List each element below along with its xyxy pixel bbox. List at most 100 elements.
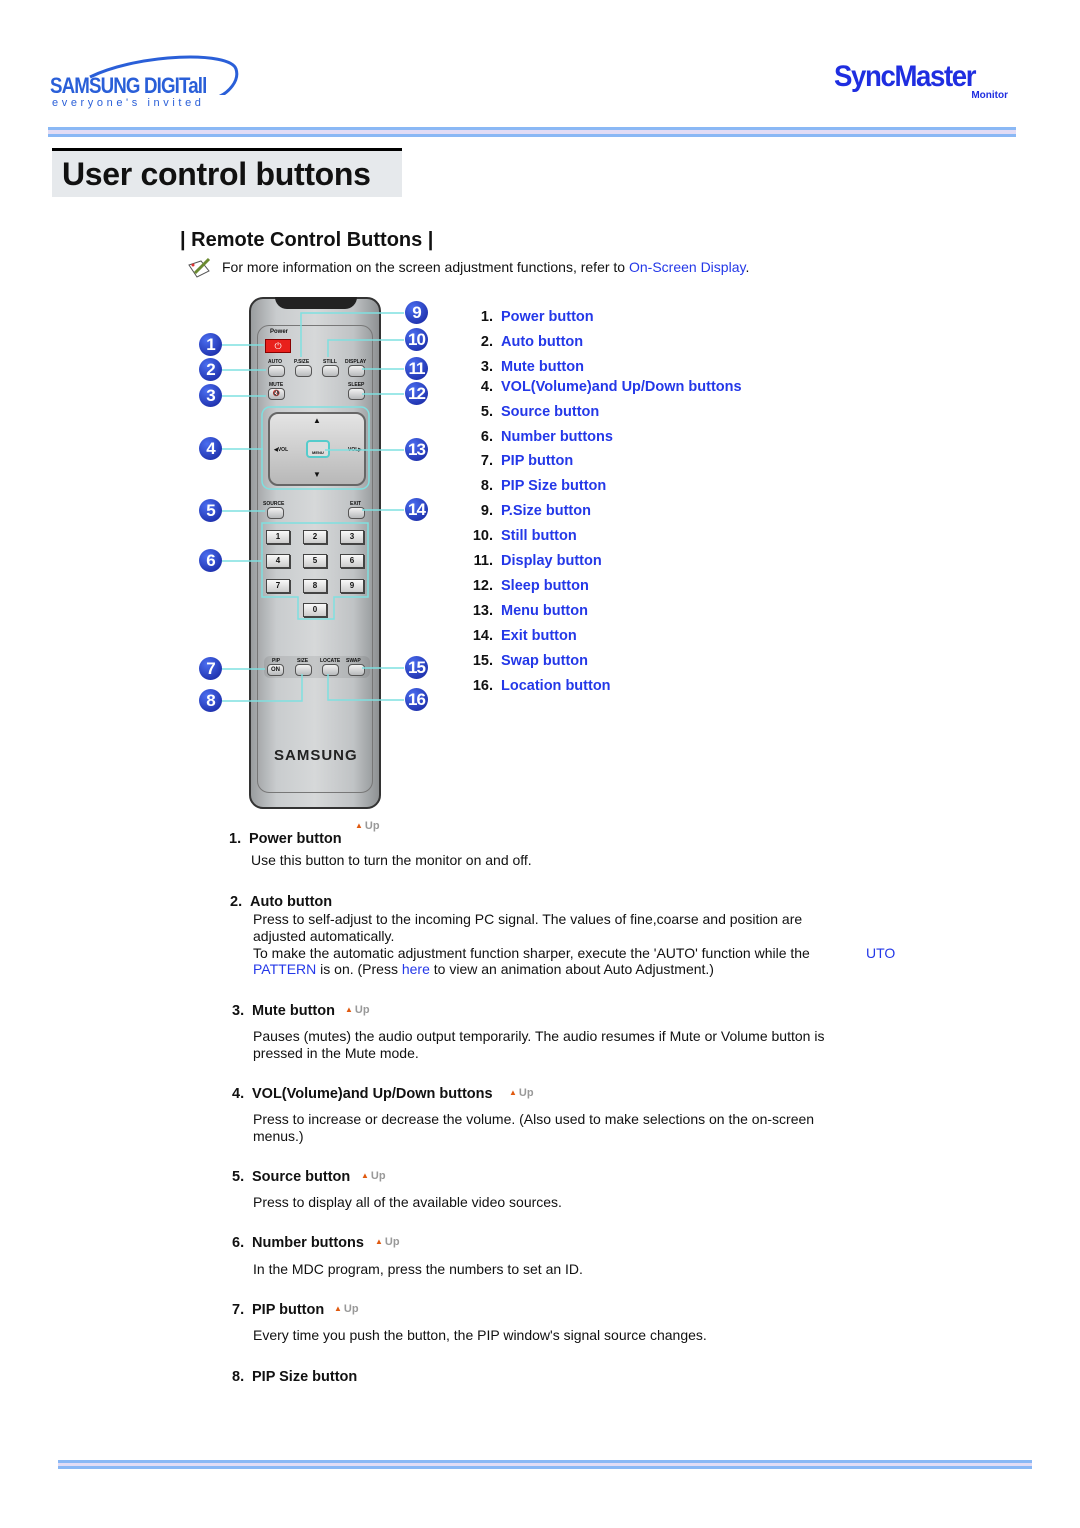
up-arrow-icon: ▲ [334,1304,342,1313]
list-item-number: 2. [480,334,493,350]
number-button-2[interactable]: 2 [303,530,327,544]
sleep-button[interactable] [348,388,365,400]
list-item-link[interactable]: Auto button [501,334,583,350]
callout-4: 4 [199,437,222,460]
callout-5: 5 [199,499,222,522]
section-number: 1. [229,831,242,847]
list-item[interactable]: 13. Menu button [453,603,588,621]
list-item-link[interactable]: PIP Size button [501,478,606,494]
on-screen-display-link[interactable]: On-Screen Display [629,259,745,275]
callout-11: 11 [405,357,428,380]
auto-button[interactable] [268,365,285,377]
uto-pattern-link[interactable]: PATTERN [253,961,316,977]
callout-15: 15 [405,656,428,679]
number-button-8[interactable]: 8 [303,579,327,593]
exit-button[interactable] [348,507,365,519]
section-heading: 5. Source button [232,1169,350,1185]
list-item[interactable]: 12. Sleep button [453,578,589,596]
list-item-link[interactable]: Mute button [501,359,584,375]
list-item-link[interactable]: Source button [501,404,599,420]
up-link[interactable]: ▲ Up [334,1303,359,1315]
list-item-number: 15. [472,653,493,669]
list-item-number: 7. [480,453,493,469]
still-button[interactable] [322,365,339,377]
list-item[interactable]: 4. VOL(Volume)and Up/Down buttons [453,379,742,397]
list-item-link[interactable]: Exit button [501,628,577,644]
list-item-number: 9. [480,503,493,519]
list-item-link[interactable]: VOL(Volume)and Up/Down buttons [501,379,742,395]
number-button-1[interactable]: 1 [266,530,290,544]
up-label: Up [364,820,380,832]
up-link[interactable]: ▲ Up [345,1004,370,1016]
locate-button[interactable] [322,664,339,676]
section-heading: 3. Mute button [232,1003,335,1019]
list-item[interactable]: 15. Swap button [453,653,588,671]
here-link[interactable]: here [402,961,430,977]
uto-pattern-link[interactable]: UTO [866,945,895,962]
up-label: Up [384,1236,400,1248]
psize-button[interactable] [295,365,312,377]
list-item-link[interactable]: Power button [501,309,594,325]
display-button[interactable] [348,365,365,377]
up-arrow-icon: ▲ [345,1005,353,1014]
up-link[interactable]: ▲ Up [361,1170,386,1182]
list-item-link[interactable]: Swap button [501,653,588,669]
list-item[interactable]: 3. Mute button [453,359,584,377]
pip-size-button[interactable] [295,664,312,676]
up-link[interactable]: ▲ Up [509,1087,534,1099]
up-label: Up [518,1087,534,1099]
list-item[interactable]: 5. Source button [453,404,599,422]
up-arrow-icon[interactable]: ▲ [313,416,321,425]
list-item[interactable]: 2. Auto button [453,334,583,352]
up-link[interactable]: ▲ Up [375,1236,400,1248]
list-item[interactable]: 11. Display button [453,553,602,571]
menu-button[interactable]: MENU [306,440,330,458]
callout-3: 3 [199,384,222,407]
list-item-number: 6. [480,429,493,445]
remote-control-image: Power ⏻ AUTO P.SIZE STILL DISPLAY MUTE S… [249,297,381,809]
list-item[interactable]: 16. Location button [453,678,611,696]
list-item[interactable]: 1. Power button [453,309,594,327]
number-button-7[interactable]: 7 [266,579,290,593]
list-item-number: 5. [480,404,493,420]
list-item-link[interactable]: PIP button [501,453,573,469]
list-item-link[interactable]: P.Size button [501,503,591,519]
number-button-3[interactable]: 3 [340,530,364,544]
callout-8: 8 [199,689,222,712]
list-item-number: 11. [473,553,493,569]
number-button-9[interactable]: 9 [340,579,364,593]
section-title: Source button [252,1169,351,1185]
list-item[interactable]: 6. Number buttons [453,429,613,447]
up-link[interactable]: ▲ Up [355,820,380,832]
section-title: | Remote Control Buttons | [180,229,434,251]
remote-brand: SAMSUNG [274,747,358,764]
swap-button[interactable] [348,664,365,676]
list-item-number: 13. [472,603,493,619]
list-item[interactable]: 7. PIP button [453,453,573,471]
number-button-6[interactable]: 6 [340,554,364,568]
list-item-link[interactable]: Menu button [501,603,588,619]
list-item[interactable]: 8. PIP Size button [453,478,606,496]
list-item-link[interactable]: Still button [501,528,577,544]
section-title: Auto button [250,894,333,910]
number-button-5[interactable]: 5 [303,554,327,568]
pip-button[interactable]: ON [267,664,284,676]
list-item[interactable]: 14. Exit button [453,628,577,646]
list-item[interactable]: 9. P.Size button [453,503,591,521]
list-item-link[interactable]: Number buttons [501,429,613,445]
number-button-4[interactable]: 4 [266,554,290,568]
callout-6: 6 [199,549,222,572]
up-arrow-icon: ▲ [361,1171,369,1180]
down-arrow-icon[interactable]: ▼ [313,470,321,479]
source-button[interactable] [267,507,284,519]
footer-divider [0,1460,1080,1469]
list-item[interactable]: 10. Still button [453,528,577,546]
list-item-link[interactable]: Display button [501,553,602,569]
number-button-0[interactable]: 0 [303,603,327,617]
list-item-link[interactable]: Sleep button [501,578,589,594]
power-button[interactable]: ⏻ [265,339,291,353]
list-item-number: 14. [472,628,493,644]
dpad[interactable]: ▲ ▼ ◀VOL VOL▶ MENU [268,412,366,486]
list-item-link[interactable]: Location button [501,678,611,694]
mute-button[interactable]: 🔇 [268,388,285,400]
